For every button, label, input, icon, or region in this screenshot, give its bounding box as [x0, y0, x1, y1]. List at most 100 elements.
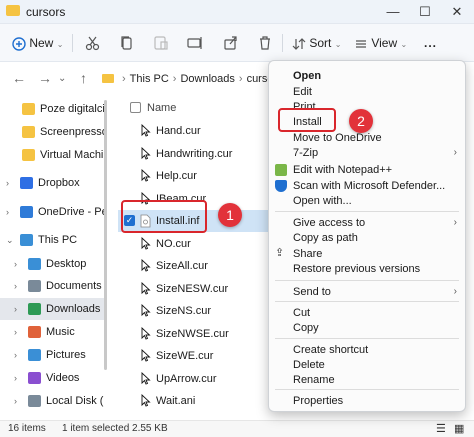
file-row[interactable]: Wait.ani: [124, 390, 274, 412]
file-row[interactable]: NO.cur: [124, 233, 274, 255]
chevron-right-icon[interactable]: ›: [6, 201, 9, 223]
delete-icon[interactable]: [256, 34, 274, 52]
copy-icon[interactable]: [118, 34, 136, 52]
music-icon: [28, 326, 41, 338]
back-arrow-icon[interactable]: ←: [12, 70, 26, 86]
nav-item-onedrive-personal[interactable]: › OneDrive - Personal: [0, 201, 106, 223]
chevron-right-icon[interactable]: ›: [14, 253, 17, 275]
share-icon[interactable]: [222, 34, 240, 52]
chevron-right-icon[interactable]: ›: [14, 275, 17, 297]
file-row[interactable]: UpArrow.cur: [124, 368, 274, 390]
chevron-down-icon[interactable]: ⌄: [6, 229, 14, 251]
menu-item-7zip[interactable]: 7-Zip ›: [269, 144, 465, 162]
file-name: SizeNWSE.cur: [156, 327, 229, 340]
rename-icon[interactable]: [186, 34, 204, 52]
details-view-icon[interactable]: ☰: [436, 421, 446, 437]
nav-item-pictures[interactable]: › Pictures: [0, 344, 106, 366]
file-name: SizeWE.cur: [156, 350, 214, 362]
select-all-checkbox[interactable]: [130, 102, 141, 113]
nav-item-label: Desktop: [46, 258, 87, 270]
chevron-down-icon[interactable]: ⌄: [58, 73, 66, 84]
nav-scrollbar[interactable]: [104, 94, 108, 420]
folder-icon: [6, 5, 20, 16]
desktop-icon: [28, 258, 41, 270]
nav-item-music[interactable]: › Music: [0, 321, 106, 343]
sort-button[interactable]: Sort ⌄: [292, 32, 341, 54]
menu-divider: [275, 389, 459, 390]
forward-arrow-icon[interactable]: →: [38, 70, 52, 86]
file-row[interactable]: SizeWE.cur: [124, 345, 274, 367]
menu-item-rename[interactable]: Rename: [269, 371, 465, 389]
file-row[interactable]: SizeNS.cur: [124, 300, 274, 322]
videos-icon: [28, 372, 41, 384]
chevron-right-icon[interactable]: ›: [6, 172, 9, 194]
chevron-right-icon[interactable]: ›: [14, 344, 17, 366]
file-row[interactable]: Handwriting.cur: [124, 143, 274, 165]
file-row[interactable]: Hand.cur: [124, 120, 274, 142]
folder-icon: [22, 103, 35, 115]
cursor-file-icon: [140, 146, 151, 161]
file-row[interactable]: SizeNESW.cur: [124, 278, 274, 300]
new-button[interactable]: New ⌄: [12, 32, 63, 54]
menu-item-restore-versions[interactable]: Restore previous versions: [269, 260, 465, 278]
breadcrumb-downloads[interactable]: Downloads: [180, 73, 234, 85]
nav-item-local-disk-c[interactable]: › Local Disk (C:): [0, 390, 106, 412]
close-button[interactable]: ✕: [444, 2, 470, 22]
breadcrumb-separator: ›: [238, 73, 243, 85]
chevron-down-icon: ⌄: [56, 40, 64, 49]
cursor-file-icon: [140, 371, 151, 386]
chevron-down-icon: ⌄: [334, 40, 342, 49]
nav-item-dropbox[interactable]: › Dropbox: [0, 172, 106, 194]
nav-item-virtual-machines[interactable]: Virtual Machines: [0, 144, 106, 166]
navigation-pane: Poze digitalcitizen Screenpresso Virtual M…: [0, 94, 106, 420]
nav-item-screenpresso[interactable]: Screenpresso: [0, 121, 106, 143]
nav-item-label: OneDrive - Personal: [38, 206, 106, 218]
menu-item-copy[interactable]: Copy: [269, 319, 465, 337]
paste-icon[interactable]: [152, 34, 170, 52]
nav-item-documents[interactable]: › Documents: [0, 275, 106, 297]
maximize-button[interactable]: ☐: [412, 2, 438, 22]
menu-divider: [275, 280, 459, 281]
scrollbar-thumb[interactable]: [104, 100, 107, 370]
chevron-right-icon[interactable]: ›: [14, 390, 17, 412]
nav-item-label: Screenpresso: [40, 126, 106, 138]
sort-icon: [292, 37, 306, 50]
nav-item-videos[interactable]: › Videos: [0, 367, 106, 389]
step-badge-1: 1: [218, 203, 242, 227]
menu-item-open-with[interactable]: Open with...: [269, 192, 465, 210]
file-row[interactable]: SizeAll.cur: [124, 255, 274, 277]
cursor-file-icon: [140, 393, 151, 408]
file-row[interactable]: Help.cur: [124, 165, 274, 187]
menu-item-properties[interactable]: Properties: [269, 392, 465, 410]
more-options-button[interactable]: ...: [424, 32, 437, 54]
chevron-right-icon[interactable]: ›: [14, 298, 17, 320]
file-name: NO.cur: [156, 237, 191, 250]
tiles-view-icon[interactable]: ▦: [454, 421, 464, 437]
nav-item-poze-digitalcitizen[interactable]: Poze digitalcitizen: [0, 98, 106, 120]
nav-item-label: Videos: [46, 372, 80, 384]
cursor-file-icon: [140, 123, 151, 138]
view-button[interactable]: View ⌄: [354, 32, 407, 54]
shield-icon: [275, 180, 287, 192]
nav-item-downloads[interactable]: › Downloads: [0, 298, 106, 320]
chevron-right-icon[interactable]: ›: [14, 321, 17, 343]
chevron-right-icon: ›: [453, 147, 457, 158]
nav-item-label: Music: [46, 326, 75, 338]
nav-item-label: Local Disk (C:): [46, 395, 106, 407]
column-header-label: Name: [147, 102, 177, 114]
up-arrow-icon[interactable]: ↑: [80, 70, 87, 86]
sort-label: Sort: [309, 36, 332, 50]
breadcrumb-this-pc[interactable]: This PC: [130, 73, 169, 85]
menu-item-send-to[interactable]: Send to ›: [269, 283, 465, 301]
column-header-name[interactable]: Name: [130, 98, 176, 118]
minimize-button[interactable]: —: [380, 2, 406, 22]
nav-item-this-pc[interactable]: ⌄ This PC: [0, 229, 106, 251]
file-name: SizeNS.cur: [156, 305, 212, 317]
file-row[interactable]: SizeNWSE.cur: [124, 323, 274, 345]
nav-item-desktop[interactable]: › Desktop: [0, 253, 106, 275]
nav-item-label: Virtual Machines: [40, 149, 106, 161]
cut-icon[interactable]: [84, 34, 102, 52]
view-label: View: [371, 36, 398, 50]
cursor-file-icon: [140, 326, 151, 341]
chevron-right-icon[interactable]: ›: [14, 367, 17, 389]
